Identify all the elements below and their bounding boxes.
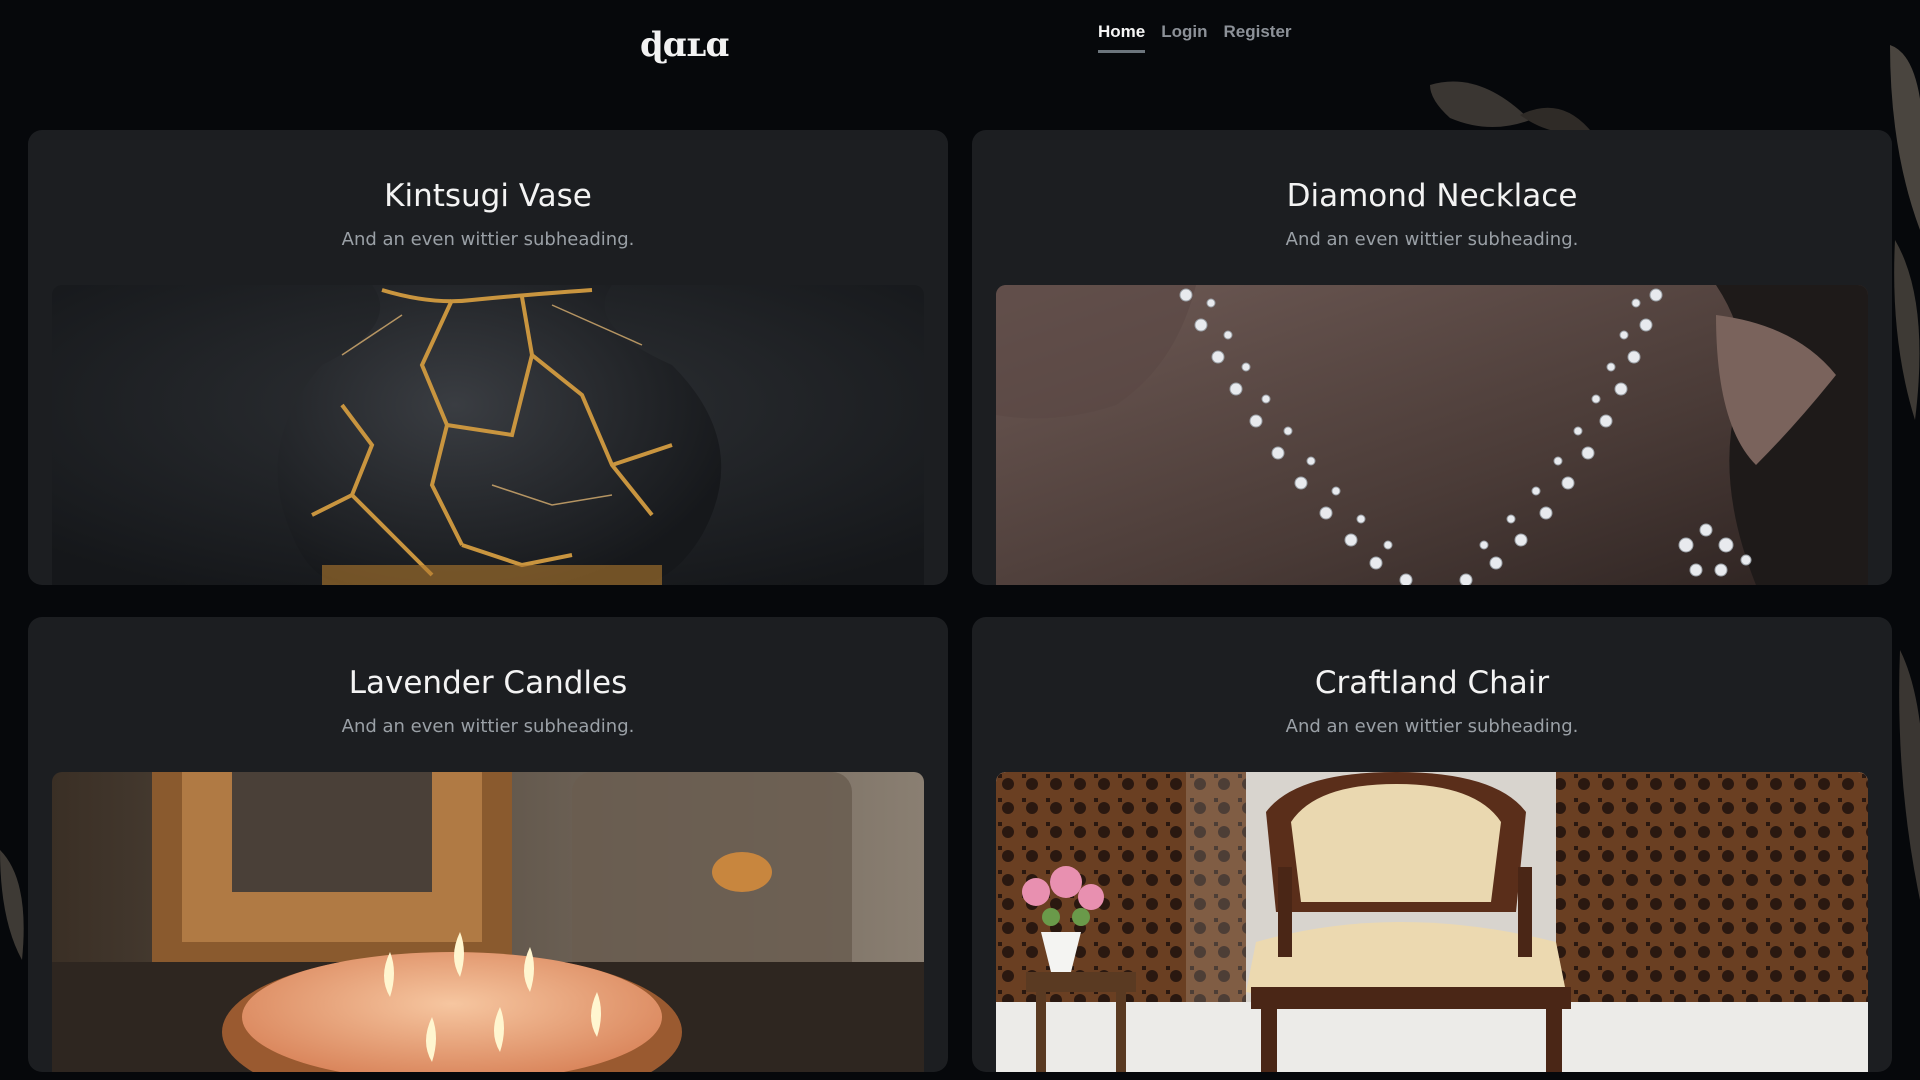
- product-grid: Kintsugi Vase And an even wittier subhea…: [28, 130, 1892, 1072]
- site-header: ɖɑʟɑ Home Login Register: [0, 0, 1920, 100]
- card-title: Diamond Necklace: [1286, 178, 1578, 214]
- card-subheading: And an even wittier subheading.: [1285, 716, 1579, 738]
- kintsugi-vase-image[interactable]: [52, 285, 924, 585]
- card-title: Kintsugi Vase: [384, 178, 592, 214]
- nav-login-link[interactable]: Login: [1161, 20, 1207, 53]
- product-card-craftland-chair[interactable]: Craftland Chair And an even wittier subh…: [972, 617, 1892, 1072]
- product-card-kintsugi-vase[interactable]: Kintsugi Vase And an even wittier subhea…: [28, 130, 948, 585]
- card-title: Lavender Candles: [348, 665, 628, 701]
- nav-register-link[interactable]: Register: [1224, 20, 1292, 53]
- nav-home-link[interactable]: Home: [1098, 20, 1146, 53]
- product-card-diamond-necklace[interactable]: Diamond Necklace And an even wittier sub…: [972, 130, 1892, 585]
- brand-logo[interactable]: ɖɑʟɑ: [640, 22, 729, 68]
- product-card-lavender-candles[interactable]: Lavender Candles And an even wittier sub…: [28, 617, 948, 1072]
- card-title: Craftland Chair: [1314, 665, 1550, 701]
- main-nav: Home Login Register: [1098, 20, 1292, 53]
- diamond-necklace-image[interactable]: [996, 285, 1868, 585]
- craftland-chair-image[interactable]: [996, 772, 1868, 1072]
- card-subheading: And an even wittier subheading.: [1285, 229, 1579, 251]
- lavender-candles-image[interactable]: [52, 772, 924, 1072]
- logo-text: ɖɑʟɑ: [640, 25, 729, 65]
- card-subheading: And an even wittier subheading.: [341, 716, 635, 738]
- card-subheading: And an even wittier subheading.: [341, 229, 635, 251]
